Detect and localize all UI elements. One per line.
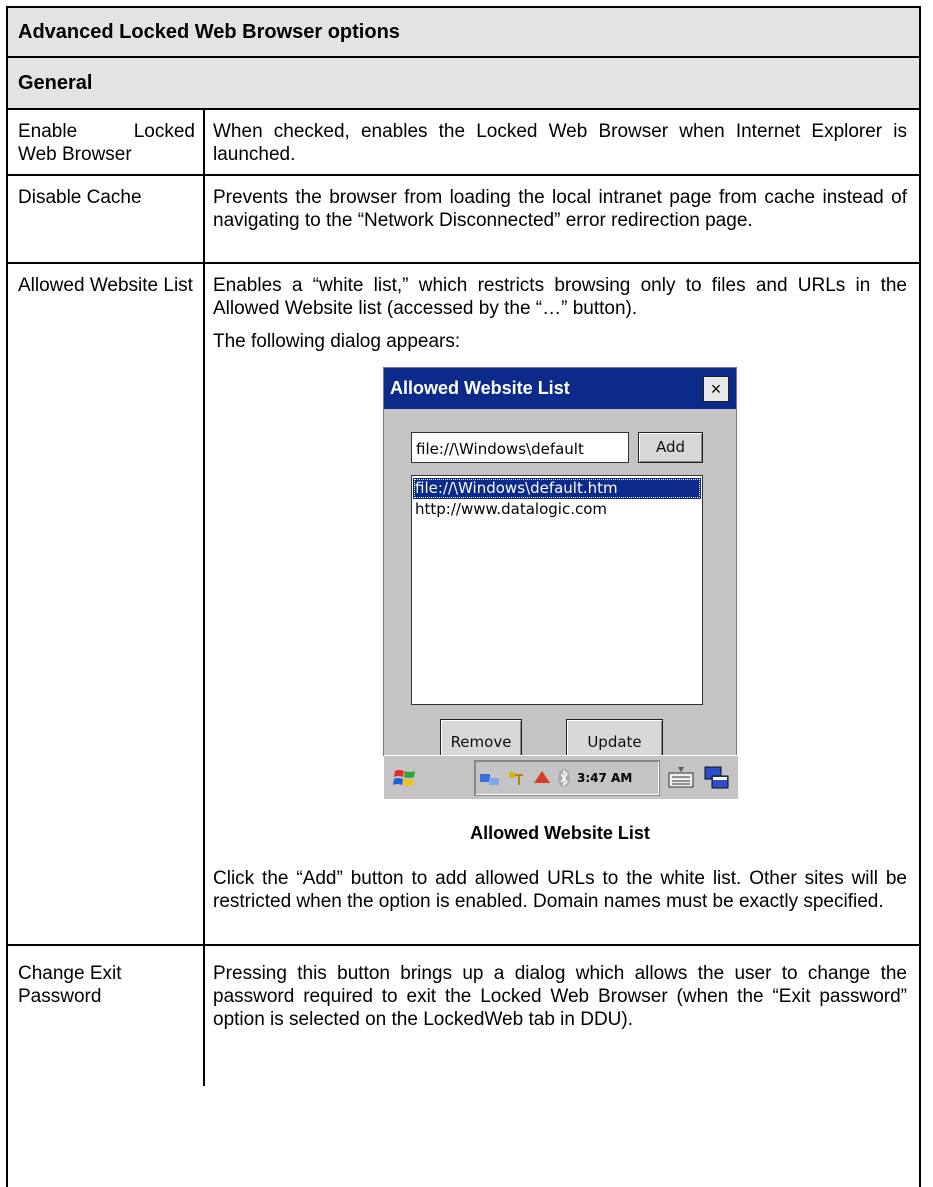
section-header: General [8, 58, 919, 110]
website-listbox[interactable]: file://\Windows\default.htm http://www.d… [411, 475, 703, 705]
power-plug-icon[interactable] [505, 768, 527, 788]
dialog-title-bar: Allowed Website List × [384, 368, 736, 409]
option-label: Allowed Website List [8, 264, 205, 944]
start-icon[interactable] [384, 756, 426, 800]
add-button[interactable]: Add [638, 432, 703, 463]
dialog-title: Allowed Website List [390, 378, 570, 398]
table-title: Advanced Locked Web Browser options [8, 8, 919, 58]
network-icon[interactable] [479, 768, 501, 788]
system-tray: 3:47 AM [474, 760, 660, 796]
list-item[interactable]: http://www.datalogic.com [413, 499, 701, 520]
url-input[interactable]: file://\Windows\default [411, 432, 629, 463]
table-row: Change Exit Password Pressing this butto… [8, 946, 919, 1086]
screenshot-container: Allowed Website List × file://\Windows\d… [213, 367, 907, 799]
label-part: Locked [133, 121, 195, 142]
wireless-off-icon[interactable] [531, 768, 553, 788]
figure-caption: Allowed Website List [470, 823, 650, 843]
table-row: Disable Cache Prevents the browser from … [8, 176, 919, 264]
description-text: The following dialog appears: [213, 331, 461, 352]
keyboard-icon[interactable] [666, 763, 696, 793]
option-label: Change Exit Password [8, 946, 205, 1086]
table-row: Allowed Website List Enables a “white li… [8, 264, 919, 946]
table-row: Enable Locked Web Browser When checked, e… [8, 110, 919, 176]
option-description: When checked, enables the Locked Web Bro… [213, 121, 907, 165]
option-description: Pressing this button brings up a dialog … [213, 963, 907, 1030]
clock[interactable]: 3:47 AM [577, 767, 632, 790]
option-description: Enables a “white list,” which restricts … [205, 264, 919, 944]
list-item[interactable]: file://\Windows\default.htm [413, 478, 701, 499]
description-text: Enables a “white list,” which restricts … [213, 275, 907, 319]
close-button[interactable]: × [703, 376, 729, 402]
option-label: Enable Locked Web Browser [8, 110, 205, 174]
taskbar: 3:47 AM [384, 755, 738, 799]
window-switch-icon[interactable] [702, 763, 732, 793]
label-part: Web Browser [18, 144, 132, 165]
label-part: Enable [18, 121, 78, 142]
allowed-website-dialog: Allowed Website List × file://\Windows\d… [383, 367, 738, 799]
option-label: Disable Cache [8, 176, 205, 262]
option-description: Prevents the browser from loading the lo… [213, 187, 907, 231]
options-table: Advanced Locked Web Browser options Gene… [6, 6, 921, 1187]
windows-flag-icon [393, 769, 415, 786]
description-text: Click the “Add” button to add allowed UR… [213, 868, 907, 912]
bluetooth-icon[interactable] [557, 768, 571, 788]
